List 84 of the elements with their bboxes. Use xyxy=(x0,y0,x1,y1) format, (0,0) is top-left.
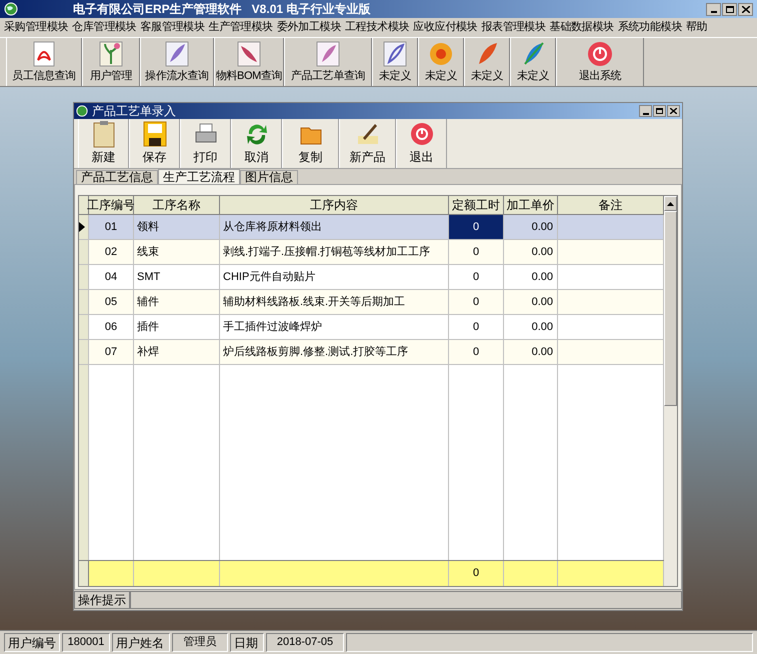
menu-item[interactable]: 工程技术模块 xyxy=(343,19,412,36)
toolbar-button[interactable]: 未定义 xyxy=(418,38,464,86)
toolbar-button[interactable]: 未定义 xyxy=(510,38,556,86)
menu-item[interactable]: 应收应付模块 xyxy=(411,19,480,36)
table-cell: 07 xyxy=(89,340,134,365)
table-cell: 0 xyxy=(449,215,504,240)
toolbar-button[interactable]: 打印 xyxy=(180,119,231,168)
maximize-button[interactable] xyxy=(653,105,666,117)
column-header[interactable]: 备注 xyxy=(558,196,664,215)
feather-icon xyxy=(163,40,191,68)
table-row[interactable]: 05 辅件 辅助材料线路板.线束.开关等后期加工 0 0.00 xyxy=(89,290,664,315)
feather-icon xyxy=(381,40,409,68)
scroll-thumb[interactable] xyxy=(664,211,677,406)
row-pointer-icon xyxy=(79,222,85,232)
globe-icon xyxy=(4,2,18,16)
menu-item[interactable]: 仓库管理模块 xyxy=(70,19,138,36)
toolbar-button[interactable]: 物料BOM查询 xyxy=(214,38,284,86)
table-row[interactable]: 02 线束 剥线.打端子.压接帽.打铜苞等线材加工工序 0 0.00 xyxy=(89,240,664,265)
status-value: 180001 xyxy=(62,633,110,652)
table-cell: 0.00 xyxy=(504,340,558,365)
power-icon xyxy=(408,120,434,148)
column-header[interactable]: 工序名称 xyxy=(134,196,220,215)
plant-icon xyxy=(97,40,125,68)
menu-item[interactable]: 生产管理模块 xyxy=(206,19,275,36)
status-label: 用户姓名 xyxy=(112,633,170,652)
table-cell: 补焊 xyxy=(134,340,220,365)
table-row[interactable]: 06 插件 手工插件过波峰焊炉 0 0.00 xyxy=(89,315,664,340)
menu-item[interactable]: 采购管理模块 xyxy=(2,19,70,36)
feather-icon xyxy=(314,40,342,68)
total-cell: 0 xyxy=(449,561,504,586)
toolbar-button[interactable]: 新产品 xyxy=(339,119,396,168)
window-title: 产品工艺单录入 xyxy=(92,103,176,120)
tab[interactable]: 产品工艺信息 xyxy=(76,170,158,184)
table-row[interactable]: 04 SMT CHIP元件自动贴片 0 0.00 xyxy=(89,265,664,290)
menu-item[interactable]: 客服管理模块 xyxy=(138,19,207,36)
row-header xyxy=(79,265,89,290)
scroll-up-button[interactable] xyxy=(664,196,677,211)
toolbar-button[interactable]: 未定义 xyxy=(464,38,510,86)
menu-item[interactable]: 帮助 xyxy=(684,19,710,36)
tab[interactable]: 图片信息 xyxy=(240,170,298,184)
close-icon xyxy=(742,6,750,12)
menu-item[interactable]: 报表管理模块 xyxy=(479,19,548,36)
minimize-button[interactable] xyxy=(706,2,721,16)
minimize-button[interactable] xyxy=(639,105,652,117)
toolbar-button[interactable]: 操作流水查询 xyxy=(140,38,214,86)
scrollbar[interactable] xyxy=(664,196,677,586)
menu-item[interactable]: 基础数据模块 xyxy=(548,19,616,36)
column-header[interactable]: 工序内容 xyxy=(220,196,449,215)
column-header[interactable]: 工序编号 xyxy=(89,196,134,215)
toolbar-button[interactable]: 退出系统 xyxy=(556,38,644,86)
tab[interactable]: 生产工艺流程 xyxy=(158,169,240,184)
menu-item[interactable]: 委外加工模块 xyxy=(274,19,344,36)
toolbar-button[interactable]: 退出 xyxy=(396,119,447,168)
toolbar-button[interactable]: 新建 xyxy=(78,119,129,168)
window-title: 电子有限公司ERP生产管理软件 V8.01 电子行业专业版 xyxy=(73,1,370,18)
hint-label: 操作提示 xyxy=(74,591,130,609)
toolbar-button[interactable]: 员工信息查询 xyxy=(6,38,82,86)
toolbar-button[interactable]: 复制 xyxy=(282,119,339,168)
toolbar-button[interactable]: 未定义 xyxy=(372,38,418,86)
toolbar-button[interactable]: 用户管理 xyxy=(82,38,140,86)
close-icon xyxy=(670,108,677,114)
table-row[interactable]: 01 领料 从仓库将原材料领出 0 0.00 xyxy=(89,215,664,240)
maximize-button[interactable] xyxy=(722,2,737,16)
row-header xyxy=(79,290,89,315)
table-cell: 炉后线路板剪脚.修整.测试.打胶等工序 xyxy=(220,340,449,365)
status-value: 2018-07-05 xyxy=(266,633,344,652)
status-label: 日期 xyxy=(230,633,264,652)
toolbar-button[interactable]: 产品工艺单查询 xyxy=(284,38,372,86)
row-header xyxy=(79,315,89,340)
table-row[interactable]: 07 补焊 炉后线路板剪脚.修整.测试.打胶等工序 0 0.00 xyxy=(89,340,664,365)
toolbar-button[interactable]: 保存 xyxy=(129,119,180,168)
table-cell: 0 xyxy=(449,340,504,365)
clipboard-icon xyxy=(90,120,116,148)
column-header[interactable]: 定额工时 xyxy=(449,196,504,215)
close-button[interactable] xyxy=(738,2,753,16)
power-icon xyxy=(586,40,614,68)
toolbar-button[interactable]: 取消 xyxy=(231,119,282,168)
up-arrow-icon xyxy=(667,202,674,206)
menu-item[interactable]: 系统功能模块 xyxy=(616,19,684,36)
status-label: 用户编号 xyxy=(4,633,60,652)
globe-icon xyxy=(76,105,88,117)
column-header[interactable]: 加工单价 xyxy=(504,196,558,215)
close-button[interactable] xyxy=(667,105,680,117)
status-value: 管理员 xyxy=(172,633,228,652)
